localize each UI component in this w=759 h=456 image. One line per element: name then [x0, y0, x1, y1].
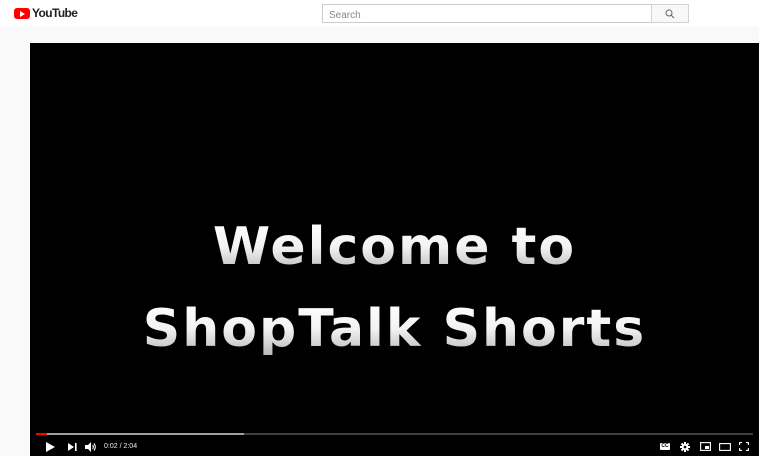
player-right-controls: CC — [655, 437, 753, 456]
next-icon — [67, 442, 77, 451]
title-line-2: ShopTalk Shorts — [30, 303, 759, 355]
masthead: YouTube — [0, 0, 759, 26]
youtube-logo[interactable]: YouTube — [14, 6, 78, 20]
theater-mode-button[interactable] — [715, 437, 735, 456]
volume-button[interactable] — [82, 437, 100, 456]
title-line-1: Welcome to — [30, 221, 759, 273]
fullscreen-icon — [739, 442, 749, 451]
progress-played — [36, 433, 48, 435]
progress-bar[interactable] — [36, 433, 753, 435]
play-icon — [45, 441, 55, 452]
next-button[interactable] — [62, 437, 82, 456]
theater-mode-icon — [719, 442, 731, 451]
video-player[interactable]: Welcome to ShopTalk Shorts 0:02 / 2:04 C… — [30, 43, 759, 456]
play-button[interactable] — [38, 437, 62, 456]
settings-button[interactable] — [675, 437, 695, 456]
subtitles-button[interactable]: CC — [655, 437, 675, 456]
miniplayer-icon — [699, 442, 711, 451]
time-display: 0:02 / 2:04 — [104, 443, 138, 450]
search-icon — [665, 9, 675, 18]
search-input[interactable] — [323, 7, 639, 24]
youtube-logo-icon — [14, 7, 30, 19]
settings-icon — [680, 441, 690, 452]
subtitles-icon: CC — [660, 443, 670, 450]
player-controls: 0:02 / 2:04 CC — [30, 437, 759, 456]
logo-text: YouTube — [32, 6, 78, 20]
progress-loaded — [36, 433, 244, 435]
fullscreen-button[interactable] — [735, 437, 753, 456]
miniplayer-button[interactable] — [695, 437, 715, 456]
search-button[interactable] — [651, 4, 689, 23]
volume-icon — [85, 441, 96, 452]
search-box — [322, 4, 652, 24]
